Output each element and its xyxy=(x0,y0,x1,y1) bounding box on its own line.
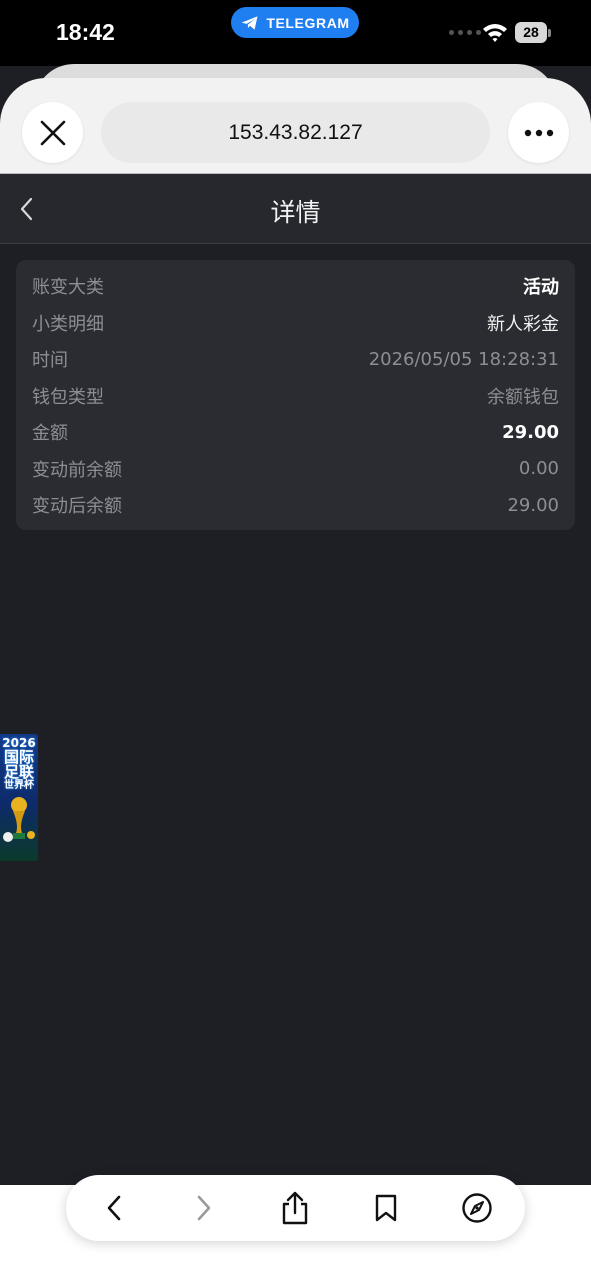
detail-value: 新人彩金 xyxy=(487,313,559,335)
browser-forward-button[interactable] xyxy=(186,1190,222,1226)
detail-row-balance-before: 变动前余额 0.00 xyxy=(32,451,559,488)
share-icon xyxy=(282,1191,308,1225)
detail-row-subcategory: 小类明细 新人彩金 xyxy=(32,305,559,342)
status-bar: 18:42 TELEGRAM 28 xyxy=(0,0,591,66)
detail-label: 时间 xyxy=(32,350,68,372)
browser-header: 153.43.82.127 xyxy=(0,78,591,174)
page-nav-bar: 详情 xyxy=(0,174,591,244)
detail-value: 29.00 xyxy=(507,494,559,516)
open-in-safari-button[interactable] xyxy=(459,1190,495,1226)
detail-label: 金额 xyxy=(32,423,68,445)
more-button[interactable] xyxy=(508,102,569,163)
detail-row-time: 时间 2026/05/05 18:28:31 xyxy=(32,341,559,378)
detail-row-wallet-type: 钱包类型 余额钱包 xyxy=(32,378,559,415)
telegram-plane-icon xyxy=(241,15,258,30)
detail-label: 账变大类 xyxy=(32,277,104,299)
detail-row-balance-after: 变动后余额 29.00 xyxy=(32,487,559,524)
telegram-return-pill[interactable]: TELEGRAM xyxy=(231,7,359,38)
battery-tip xyxy=(548,28,551,37)
share-button[interactable] xyxy=(277,1190,313,1226)
close-button[interactable] xyxy=(22,102,83,163)
page-title: 详情 xyxy=(270,198,321,227)
battery-level: 28 xyxy=(515,22,548,43)
chevron-right-icon xyxy=(197,1195,211,1221)
banner-line-2: 足联 xyxy=(3,763,34,782)
chevron-left-icon xyxy=(107,1195,121,1221)
detail-label: 钱包类型 xyxy=(32,386,104,408)
detail-card: 账变大类 活动 小类明细 新人彩金 时间 2026/05/05 18:28:31… xyxy=(16,260,575,530)
browser-back-button[interactable] xyxy=(96,1190,132,1226)
address-bar[interactable]: 153.43.82.127 xyxy=(101,102,490,163)
cellular-signal-icon xyxy=(449,30,481,35)
detail-value: 0.00 xyxy=(518,458,559,480)
banner-line-3: 世界杯 xyxy=(4,780,34,792)
detail-row-category: 账变大类 活动 xyxy=(32,268,559,305)
more-icon xyxy=(524,129,553,136)
detail-label: 变动前余额 xyxy=(32,459,122,481)
close-icon xyxy=(40,120,65,145)
telegram-label: TELEGRAM xyxy=(266,14,350,31)
battery-indicator: 28 xyxy=(515,22,551,43)
detail-label: 变动后余额 xyxy=(32,496,122,518)
detail-label: 小类明细 xyxy=(32,313,104,335)
browser-toolbar xyxy=(66,1175,525,1241)
detail-value: 2026/05/05 18:28:31 xyxy=(368,348,559,370)
wifi-icon xyxy=(483,24,507,42)
detail-value: 活动 xyxy=(523,277,559,299)
bookmark-icon xyxy=(375,1194,397,1222)
detail-value: 29.00 xyxy=(502,421,559,443)
compass-icon xyxy=(462,1193,492,1223)
status-time: 18:42 xyxy=(56,19,115,45)
trophy-icon xyxy=(3,796,35,842)
bookmarks-button[interactable] xyxy=(368,1190,404,1226)
world-cup-floating-banner[interactable]: 2026 国际 足联 世界杯 xyxy=(0,734,38,861)
detail-value: 余额钱包 xyxy=(487,386,559,408)
detail-row-amount: 金额 29.00 xyxy=(32,414,559,451)
